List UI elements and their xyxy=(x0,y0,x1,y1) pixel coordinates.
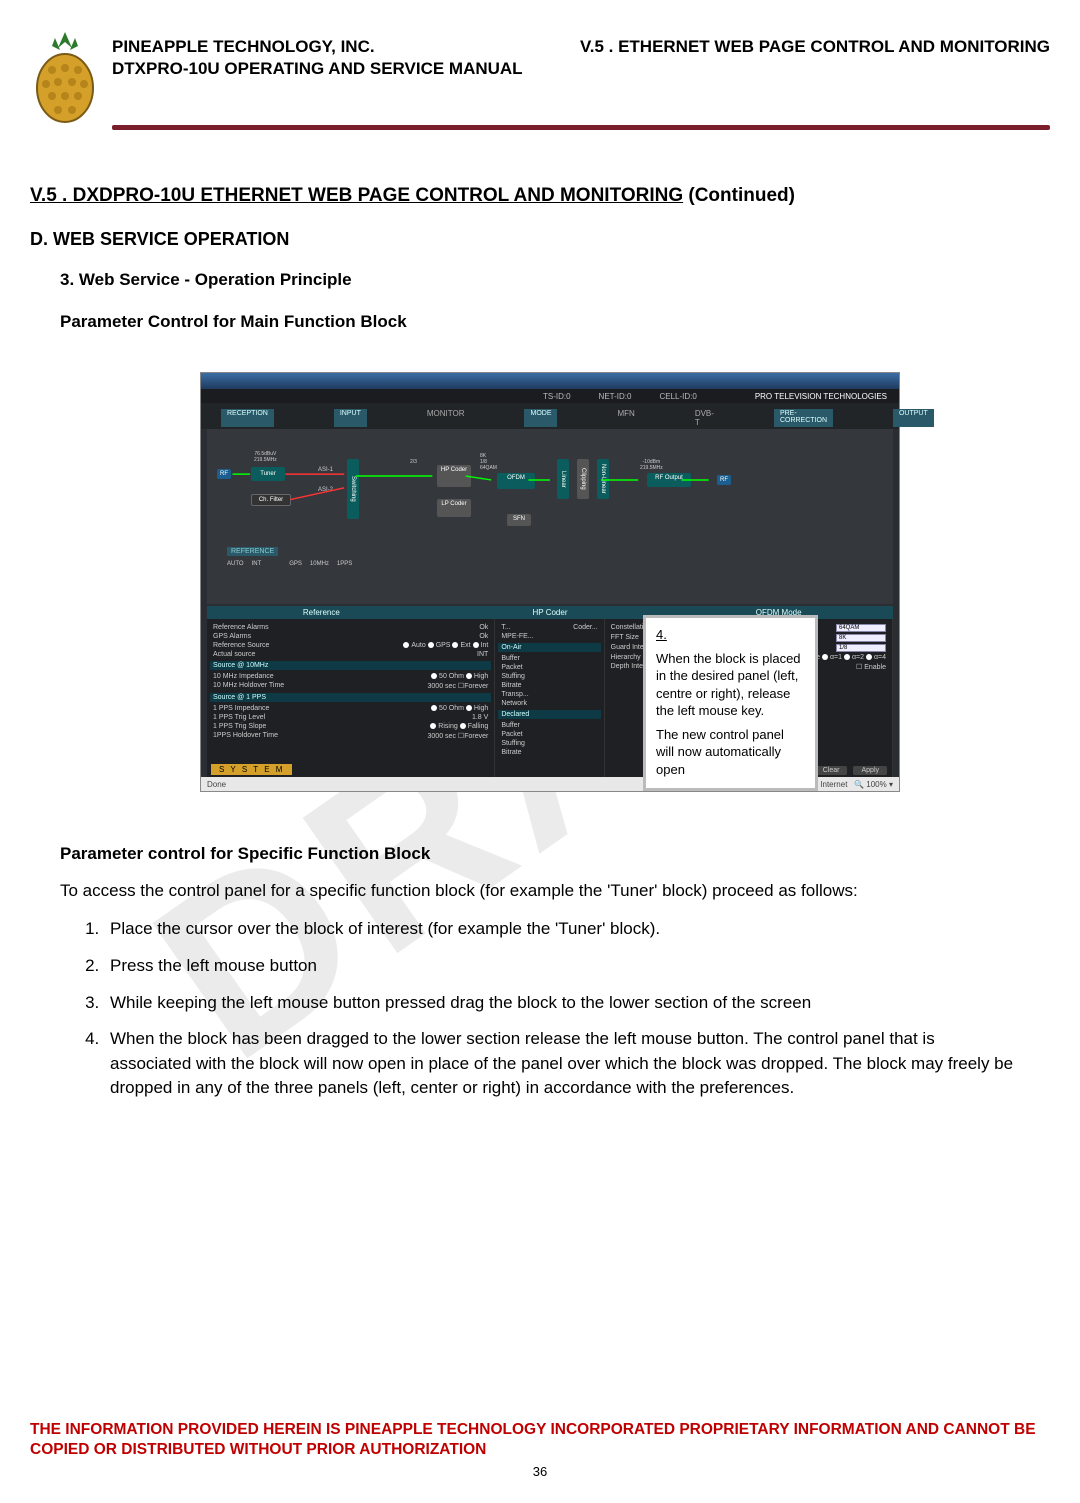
tab-reception[interactable]: RECEPTION xyxy=(221,409,274,427)
specific-intro: To access the control panel for a specif… xyxy=(60,879,1020,904)
block-sfn[interactable]: SFN xyxy=(507,514,531,526)
block-rf-in[interactable]: RF xyxy=(217,469,231,479)
callout-number: 4. xyxy=(656,627,667,642)
system-button[interactable]: S Y S T E M xyxy=(211,764,292,775)
instruction-callout: 4. When the block is placed in the desir… xyxy=(643,615,818,791)
ref-auto: AUTO xyxy=(227,561,244,567)
step-3: While keeping the left mouse button pres… xyxy=(104,991,1020,1016)
block-tuner[interactable]: Tuner xyxy=(251,467,285,481)
step-4: When the block has been dragged to the l… xyxy=(104,1027,1020,1101)
cell-id: CELL-ID:0 xyxy=(659,392,696,401)
label-dvbt: DVB-T xyxy=(695,409,714,427)
tab-mode[interactable]: MODE xyxy=(524,409,557,427)
fft-select[interactable]: 8K xyxy=(836,634,886,642)
block-ofdm[interactable]: OFDM xyxy=(497,473,535,489)
embedded-screenshot: TS-ID:0 NET-ID:0 CELL-ID:0 PRO TELEVISIO… xyxy=(200,372,900,792)
clear-button[interactable]: Clear xyxy=(815,766,848,775)
subsection-d: D. WEB SERVICE OPERATION xyxy=(30,229,1050,250)
panel-head-reference: Reference xyxy=(207,608,436,617)
ref-1pps: 1PPS xyxy=(337,561,352,567)
constellation-select[interactable]: 64QAM xyxy=(836,624,886,632)
block-clipping[interactable]: Clipping xyxy=(577,459,589,499)
step-1: Place the cursor over the block of inter… xyxy=(104,917,1020,942)
company-name: PINEAPPLE TECHNOLOGY, INC. xyxy=(112,36,523,58)
hpcoder-panel: T...Coder... MPE-FE... On-Air Buffer Pac… xyxy=(495,619,604,779)
section-heading: V.5 . DXDPRO-10U ETHERNET WEB PAGE CONTR… xyxy=(30,185,1050,207)
block-ch-filter[interactable]: Ch. Filter xyxy=(251,494,291,506)
net-id: NET-ID:0 xyxy=(599,392,632,401)
tab-output[interactable]: OUTPUT xyxy=(893,409,934,427)
callout-text-1: When the block is placed in the desired … xyxy=(656,650,805,720)
block-rf-out-label: RF xyxy=(717,475,731,485)
status-internet: Internet xyxy=(820,780,847,789)
proprietary-notice: THE INFORMATION PROVIDED HEREIN IS PINEA… xyxy=(30,1420,1050,1460)
page-header: PINEAPPLE TECHNOLOGY, INC. DTXPRO-10U OP… xyxy=(30,30,1050,125)
label-monitor: MONITOR xyxy=(427,409,465,427)
param-specific-heading: Parameter control for Specific Function … xyxy=(60,842,1020,867)
status-zoom: 100% xyxy=(866,780,886,789)
tab-input[interactable]: INPUT xyxy=(334,409,367,427)
pineapple-logo-icon xyxy=(30,30,100,125)
param-main-heading: Parameter Control for Main Function Bloc… xyxy=(60,312,1050,332)
apply-button[interactable]: Apply xyxy=(853,766,887,775)
chapter-title: V.5 . ETHERNET WEB PAGE CONTROL AND MONI… xyxy=(580,36,1050,80)
step-2: Press the left mouse button xyxy=(104,954,1020,979)
block-linear[interactable]: Linear xyxy=(557,459,569,499)
ref-int: INT xyxy=(252,561,262,567)
rfout-info: -10dBm219.5MHz xyxy=(637,457,666,473)
reference-panel: Reference AlarmsOk GPS AlarmsOk Referenc… xyxy=(207,619,495,779)
page-number: 36 xyxy=(30,1464,1050,1479)
ofdm-params: 8K1/864QAM xyxy=(477,451,500,473)
label-mfn: MFN xyxy=(617,409,634,427)
callout-text-2: The new control panel will now automatic… xyxy=(656,726,805,779)
hp-params: 2/3 xyxy=(407,457,420,467)
panel-head-hpcoder: HP Coder xyxy=(436,608,665,617)
status-done: Done xyxy=(207,780,226,789)
reference-tab[interactable]: REFERENCE xyxy=(227,547,278,556)
rf-info: 76.5dBuV219.5MHz xyxy=(251,449,280,465)
ts-id: TS-ID:0 xyxy=(543,392,571,401)
block-switching[interactable]: Switching xyxy=(347,459,359,519)
label-asi1: ASI-1 xyxy=(315,465,336,475)
label-asi2: ASI-2 xyxy=(315,485,336,495)
subsection-3: 3. Web Service - Operation Principle xyxy=(60,270,1050,290)
brand-label: PRO TELEVISION TECHNOLOGIES xyxy=(755,392,887,401)
block-lp-coder[interactable]: LP Coder xyxy=(437,499,471,517)
steps-list: Place the cursor over the block of inter… xyxy=(104,917,1020,1101)
block-rf-output[interactable]: RF Output xyxy=(647,473,691,487)
ref-10mhz: 10MHz xyxy=(310,561,329,567)
block-nonlinear[interactable]: Non-Linear xyxy=(597,459,609,499)
ref-gps: GPS xyxy=(289,561,302,567)
block-hp-coder[interactable]: HP Coder xyxy=(437,465,471,487)
tab-precorrection[interactable]: PRE-CORRECTION xyxy=(774,409,833,427)
guard-select[interactable]: 1/8 xyxy=(836,644,886,652)
manual-title: DTXPRO-10U OPERATING AND SERVICE MANUAL xyxy=(112,58,523,80)
